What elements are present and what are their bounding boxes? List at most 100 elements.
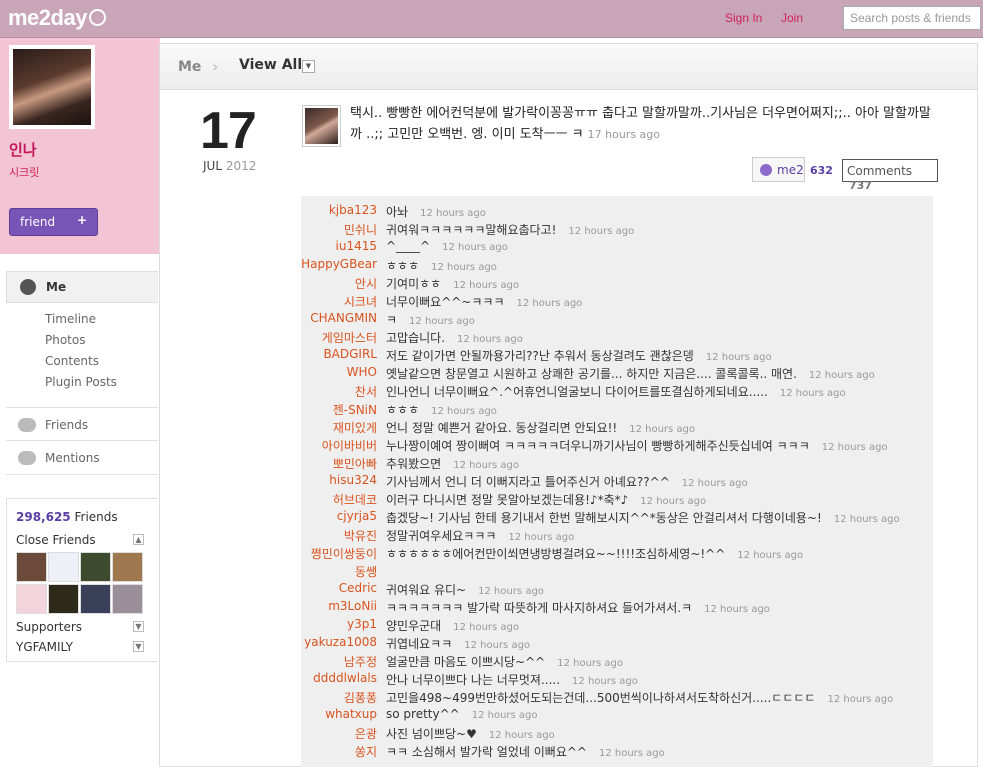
comment-username[interactable]: 쏭지	[355, 743, 377, 760]
comment-timestamp[interactable]: 12 hours ago	[809, 370, 875, 381]
comment-username[interactable]: 은광	[355, 725, 377, 742]
comments-button[interactable]: Comments 737	[842, 159, 938, 192]
supporters-label[interactable]: Supporters	[16, 620, 82, 634]
comment-username[interactable]: 뽀민아빠	[333, 455, 377, 472]
profile-avatar[interactable]	[9, 45, 95, 129]
comment-text: 안나 너무이쁘다 나는 너무멋져..... 12 hours ago	[386, 671, 638, 688]
comment-timestamp[interactable]: 12 hours ago	[472, 710, 538, 721]
comment-username[interactable]: HappyGBear	[301, 257, 377, 271]
comment-username[interactable]: 쪙민이쌍둥이	[311, 545, 377, 562]
comment-text: 너무이뻐요^^~ㅋㅋㅋ 12 hours ago	[386, 293, 582, 310]
comment-timestamp[interactable]: 12 hours ago	[457, 334, 523, 345]
comment-timestamp[interactable]: 12 hours ago	[453, 280, 519, 291]
expand-arrow-icon[interactable]: ▼	[133, 641, 144, 652]
comment-timestamp[interactable]: 12 hours ago	[827, 694, 893, 705]
comment-timestamp[interactable]: 12 hours ago	[453, 460, 519, 471]
comment-timestamp[interactable]: 12 hours ago	[737, 550, 803, 561]
me2day-logo[interactable]: me2day	[8, 5, 106, 31]
comment-timestamp[interactable]: 12 hours ago	[640, 496, 706, 507]
nav-item-me[interactable]: Me	[6, 271, 158, 303]
comment-timestamp[interactable]: 12 hours ago	[478, 586, 544, 597]
comment-username[interactable]: 게임마스터	[322, 329, 377, 346]
comment-username[interactable]: ddddlwlals	[313, 671, 377, 685]
comment-timestamp[interactable]: 12 hours ago	[599, 748, 665, 759]
comment-username[interactable]: yakuza1008	[304, 635, 377, 649]
nav-item-timeline[interactable]: Timeline	[45, 312, 96, 326]
comment-timestamp[interactable]: 12 hours ago	[464, 640, 530, 651]
comment-timestamp[interactable]: 12 hours ago	[489, 730, 555, 741]
comment-username[interactable]: 찬서	[355, 383, 377, 400]
dropdown-arrow-icon[interactable]: ▼	[302, 60, 315, 73]
comment-timestamp[interactable]: 12 hours ago	[431, 262, 497, 273]
friend-thumbnail[interactable]	[48, 552, 79, 582]
close-friends-label[interactable]: Close Friends	[16, 533, 96, 547]
profile-name[interactable]: 인나	[9, 139, 37, 160]
comment-timestamp[interactable]: 12 hours ago	[834, 514, 900, 525]
nav-item-mentions[interactable]: Mentions	[45, 451, 100, 465]
comment-username[interactable]: 박유진	[344, 527, 377, 544]
comment-username[interactable]: hisu324	[329, 473, 377, 487]
comment-username[interactable]: kjba123	[329, 203, 377, 217]
sign-in-link[interactable]: Sign In	[725, 11, 762, 25]
comment-username[interactable]: 허브데코	[333, 491, 377, 508]
nav-item-plugin-posts[interactable]: Plugin Posts	[45, 375, 117, 389]
search-input[interactable]: Search posts & friends	[843, 6, 981, 30]
add-friend-button[interactable]: friend +	[9, 208, 98, 236]
comment-timestamp[interactable]: 12 hours ago	[822, 442, 888, 453]
comment-timestamp[interactable]: 12 hours ago	[780, 388, 846, 399]
join-link[interactable]: Join	[781, 11, 803, 25]
comment-timestamp[interactable]: 12 hours ago	[706, 352, 772, 363]
ygfamily-group-label[interactable]: YGFAMILY	[16, 640, 73, 654]
nav-item-friends[interactable]: Friends	[45, 418, 88, 432]
comment-username[interactable]: cjyrja5	[337, 509, 377, 523]
friend-thumbnail[interactable]	[48, 584, 79, 614]
friend-thumbnail[interactable]	[16, 584, 47, 614]
comment-username[interactable]: 김퐁퐁	[344, 689, 377, 706]
comment-timestamp[interactable]: 12 hours ago	[409, 316, 475, 327]
nav-item-contents[interactable]: Contents	[45, 354, 99, 368]
comment-username[interactable]: 남주정	[344, 653, 377, 670]
comment-timestamp[interactable]: 12 hours ago	[629, 424, 695, 435]
comment-timestamp[interactable]: 12 hours ago	[704, 604, 770, 615]
comment-username[interactable]: 동쌩	[355, 563, 377, 580]
comment-username[interactable]: 재미있게	[333, 419, 377, 436]
friend-thumbnail[interactable]	[80, 584, 111, 614]
comment-timestamp[interactable]: 12 hours ago	[557, 658, 623, 669]
comment-timestamp[interactable]: 12 hours ago	[568, 226, 634, 237]
comment-username[interactable]: m3LoNii	[328, 599, 377, 613]
comment-username[interactable]: iu1415	[336, 239, 377, 253]
comment-timestamp[interactable]: 12 hours ago	[682, 478, 748, 489]
comment-timestamp[interactable]: 12 hours ago	[508, 532, 574, 543]
comment-timestamp[interactable]: 12 hours ago	[453, 622, 519, 633]
comment-timestamp[interactable]: 12 hours ago	[517, 298, 583, 309]
friend-thumbnail[interactable]	[16, 552, 47, 582]
breadcrumb-view-all[interactable]: View All	[239, 57, 302, 73]
comment-username[interactable]: BADGIRL	[323, 347, 377, 361]
friend-thumbnail[interactable]	[112, 552, 143, 582]
comment-username[interactable]: 젠-SNiN	[333, 401, 377, 418]
comment-username[interactable]: WHO	[347, 365, 377, 379]
nav-item-photos[interactable]: Photos	[45, 333, 85, 347]
comment-username[interactable]: y3p1	[347, 617, 377, 631]
post-timestamp[interactable]: 17 hours ago	[588, 128, 660, 141]
friend-count[interactable]: 298,625 Friends	[16, 510, 118, 524]
comment-timestamp[interactable]: 12 hours ago	[572, 676, 638, 687]
comment-username[interactable]: 민쉬니	[344, 221, 377, 238]
comment-username[interactable]: Cedric	[339, 581, 377, 595]
comment-username[interactable]: CHANGMIN	[310, 311, 377, 325]
comment-username[interactable]: 시크녀	[344, 293, 377, 310]
friend-thumbnail[interactable]	[112, 584, 143, 614]
comment-timestamp[interactable]: 12 hours ago	[420, 208, 486, 219]
breadcrumb-me[interactable]: Me	[178, 59, 201, 75]
collapse-arrow-icon[interactable]: ▲	[133, 534, 144, 545]
friend-thumbnail[interactable]	[80, 552, 111, 582]
comment-username[interactable]: 아이바비버	[322, 437, 377, 454]
me2-count[interactable]: 632	[810, 164, 833, 177]
expand-arrow-icon[interactable]: ▼	[133, 621, 144, 632]
post-avatar[interactable]	[302, 105, 341, 147]
me2-button[interactable]: me2	[752, 157, 805, 182]
comment-username[interactable]: whatxup	[325, 707, 377, 721]
comment-timestamp[interactable]: 12 hours ago	[431, 406, 497, 417]
comment-username[interactable]: 안시	[355, 275, 377, 292]
comment-timestamp[interactable]: 12 hours ago	[442, 242, 508, 253]
